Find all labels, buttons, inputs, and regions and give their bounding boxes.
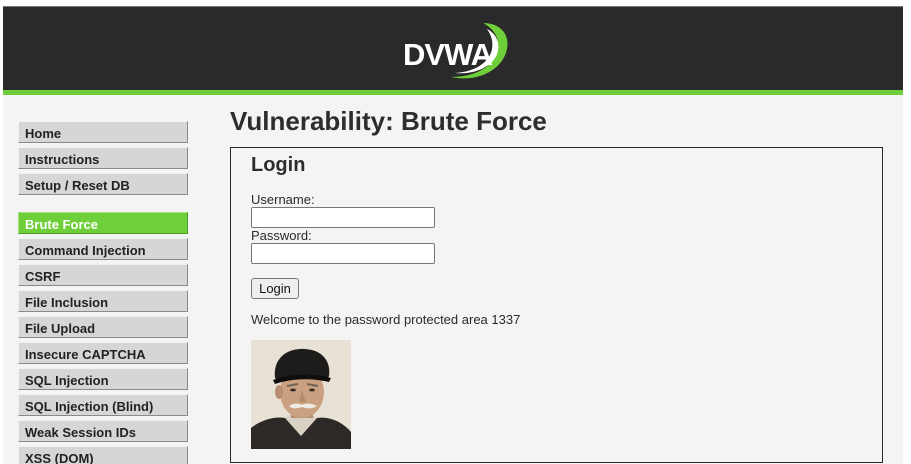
menu-item-command-injection[interactable]: Command Injection	[18, 238, 188, 260]
menu-item-xss-dom[interactable]: XSS (DOM)	[18, 446, 188, 464]
menu-item-instructions[interactable]: Instructions	[18, 147, 188, 169]
main-menu: Home Instructions Setup / Reset DB Brute…	[18, 121, 188, 464]
logo-text: DVWA	[403, 37, 493, 72]
login-heading: Login	[251, 154, 306, 176]
page-title: Vulnerability: Brute Force	[230, 106, 547, 136]
user-photo-icon	[251, 340, 351, 449]
menu-item-sql-injection-blind[interactable]: SQL Injection (Blind)	[18, 394, 188, 416]
password-label: Password:	[251, 228, 312, 243]
dvwa-logo[interactable]: DVWA	[399, 21, 511, 87]
menu-group-general: Home Instructions Setup / Reset DB	[18, 121, 188, 195]
username-label: Username:	[251, 192, 315, 207]
menu-group-vulnerabilities: Brute Force Command Injection CSRF File …	[18, 212, 188, 464]
user-photo	[251, 340, 351, 449]
menu-item-setup-reset-db[interactable]: Setup / Reset DB	[18, 173, 188, 195]
password-input[interactable]	[251, 243, 435, 264]
dvwa-page: DVWA Home Instructions Setup / Reset DB …	[0, 0, 911, 464]
welcome-message: Welcome to the password protected area 1…	[251, 312, 521, 327]
menu-item-insecure-captcha[interactable]: Insecure CAPTCHA	[18, 342, 188, 364]
login-button[interactable]: Login	[251, 278, 299, 299]
menu-item-weak-session-ids[interactable]: Weak Session IDs	[18, 420, 188, 442]
menu-item-home[interactable]: Home	[18, 121, 188, 143]
vulnerable-code-area: Login Username: Password: Login Welcome …	[230, 147, 883, 463]
menu-item-brute-force[interactable]: Brute Force	[18, 212, 188, 234]
username-input[interactable]	[251, 207, 435, 228]
menu-item-sql-injection[interactable]: SQL Injection	[18, 368, 188, 390]
menu-item-file-inclusion[interactable]: File Inclusion	[18, 290, 188, 312]
menu-item-csrf[interactable]: CSRF	[18, 264, 188, 286]
dvwa-logo-icon: DVWA	[403, 23, 508, 79]
header-banner: DVWA	[3, 6, 903, 91]
menu-item-file-upload[interactable]: File Upload	[18, 316, 188, 338]
